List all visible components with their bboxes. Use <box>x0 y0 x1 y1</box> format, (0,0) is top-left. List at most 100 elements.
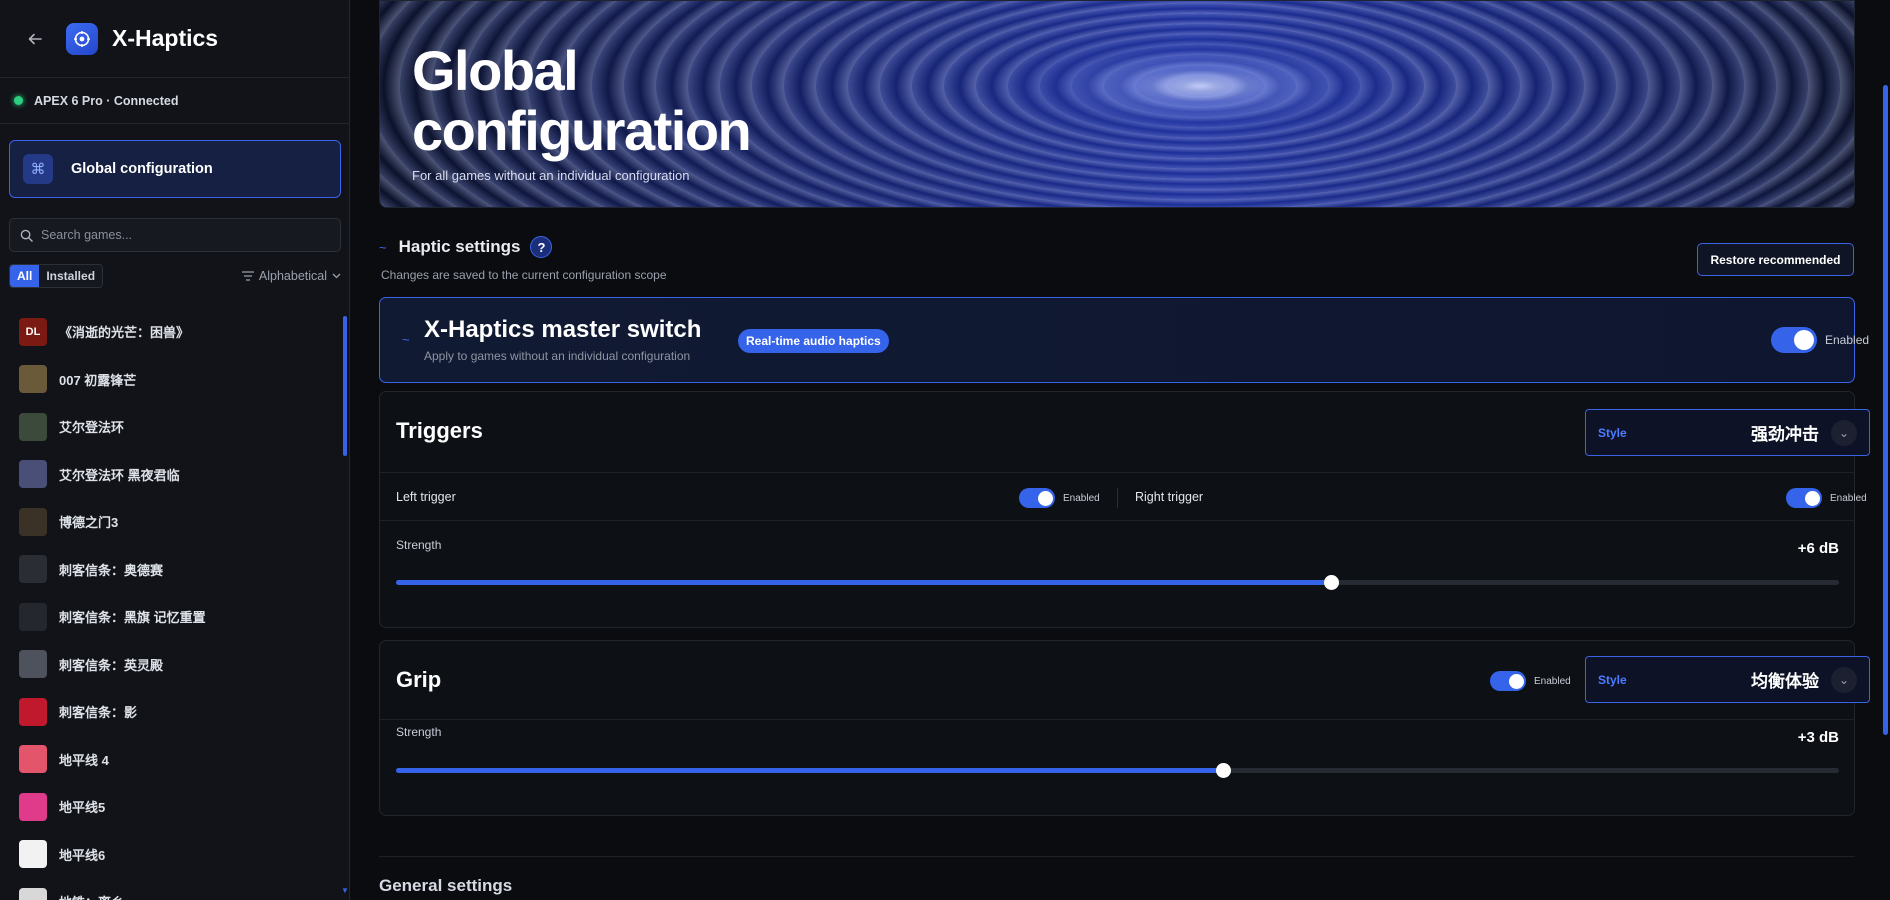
global-configuration-label: Global configuration <box>71 161 213 177</box>
filter-segmented-control: All Installed <box>9 264 104 288</box>
sort-dropdown[interactable]: Alphabetical <box>241 269 341 283</box>
page-title-line1: Global <box>412 39 579 102</box>
game-list-item[interactable]: 007 初露锋芒 <box>0 356 342 404</box>
game-name: 博德之门3 <box>59 515 119 531</box>
game-thumbnail <box>19 792 47 821</box>
grip-strength-value: +3 dB <box>1797 729 1839 746</box>
main-scrollbar[interactable] <box>1883 85 1888 735</box>
game-thumbnail <box>19 602 47 631</box>
game-thumbnail: DL <box>19 317 47 346</box>
game-list-item[interactable]: 艾尔登法环 <box>0 403 342 451</box>
triggers-strength-value: +6 dB <box>1797 540 1839 557</box>
triggers-strength-slider[interactable] <box>396 575 1839 590</box>
hero-banner: Global configuration For all games witho… <box>379 0 1855 208</box>
page-subtitle: For all games without an individual conf… <box>412 168 690 183</box>
sidebar: X-Haptics APEX 6 Pro · Connected ⌘ Globa… <box>0 0 350 900</box>
grip-toggle[interactable] <box>1490 671 1526 691</box>
game-thumbnail <box>19 745 47 774</box>
triggers-title: Triggers <box>396 418 483 443</box>
main-content: Global configuration For all games witho… <box>351 0 1890 900</box>
app-title: X-Haptics <box>112 25 219 51</box>
game-thumbnail <box>19 887 47 900</box>
help-icon[interactable]: ? <box>530 236 553 258</box>
vertical-divider <box>1117 488 1118 508</box>
haptic-settings-title: Haptic settings <box>398 237 521 256</box>
device-status: APEX 6 Pro · Connected <box>0 78 349 124</box>
right-trigger-label: Right trigger <box>1135 490 1204 504</box>
game-thumbnail <box>19 460 47 489</box>
game-thumbnail <box>19 365 47 394</box>
sidebar-scrollbar[interactable] <box>343 316 347 456</box>
right-trigger-toggle-label: Enabled <box>1830 492 1867 504</box>
chevron-down-icon: ⌄ <box>1831 419 1857 446</box>
game-name: 007 初露锋芒 <box>59 372 137 388</box>
back-arrow-icon[interactable] <box>24 28 46 50</box>
game-name: 刺客信条：奥德赛 <box>59 562 164 578</box>
master-toggle-group: Enabled <box>1771 327 1869 353</box>
restore-recommended-button[interactable]: Restore recommended <box>1697 243 1854 276</box>
grip-toggle-label: Enabled <box>1534 675 1571 687</box>
triggers-strength-label: Strength <box>396 538 442 552</box>
game-list-item[interactable]: 刺客信条：影 <box>0 688 342 736</box>
triggers-card: Triggers Style 强劲冲击 ⌄ Left trigger Enabl… <box>379 391 1870 628</box>
game-list-item[interactable]: 刺客信条：英灵殿 <box>0 641 342 689</box>
left-trigger-toggle-label: Enabled <box>1063 492 1100 504</box>
style-key-label: Style <box>1598 425 1627 440</box>
divider <box>379 856 1855 857</box>
game-thumbnail <box>19 650 47 679</box>
master-switch-title: X-Haptics master switch <box>424 316 702 343</box>
game-list-item[interactable]: 地铁：离乡 <box>0 878 342 900</box>
game-list-item[interactable]: 艾尔登法环 黑夜君临 <box>0 451 342 499</box>
left-trigger-toggle[interactable] <box>1019 488 1055 508</box>
game-thumbnail <box>19 507 47 536</box>
scroll-down-arrow-icon[interactable]: ▼ <box>341 886 349 895</box>
game-thumbnail <box>19 555 47 584</box>
global-configuration-button[interactable]: ⌘ Global configuration <box>9 140 341 198</box>
game-list-item[interactable]: DL 《消逝的光芒：困兽》 <box>0 308 342 356</box>
slider-thumb[interactable] <box>1324 575 1340 590</box>
grip-style-value: 均衡体验 <box>1751 672 1819 691</box>
triggers-style-select[interactable]: Style 强劲冲击 ⌄ <box>1585 409 1870 456</box>
haptic-settings-header: ~ Haptic settings ? <box>379 236 553 258</box>
search-icon <box>20 229 33 242</box>
search-games-input[interactable] <box>41 228 331 242</box>
general-settings-title: General settings <box>379 876 513 895</box>
divider <box>380 719 1854 720</box>
slider-fill <box>396 580 1332 585</box>
right-trigger-toggle[interactable] <box>1786 488 1822 508</box>
search-box <box>9 218 341 252</box>
app-logo-icon <box>66 22 98 55</box>
game-name: 地铁：离乡 <box>59 892 124 900</box>
game-list-item[interactable]: 地平线6 <box>0 831 342 879</box>
game-list-item[interactable]: 博德之门3 <box>0 498 342 546</box>
game-name: 地平线5 <box>59 800 106 816</box>
page-title: Global configuration <box>412 39 752 162</box>
game-list-item[interactable]: 刺客信条：黑旗 记忆重置 <box>0 593 342 641</box>
game-list-item[interactable]: 刺客信条：奥德赛 <box>0 546 342 594</box>
haptic-settings-subtitle: Changes are saved to the current configu… <box>381 268 667 282</box>
slider-thumb[interactable] <box>1215 763 1231 778</box>
style-key-label: Style <box>1598 672 1627 687</box>
filter-installed-button[interactable]: Installed <box>39 265 103 287</box>
sidebar-header: X-Haptics <box>0 0 349 78</box>
filter-row: All Installed Alphabetical <box>9 264 341 288</box>
grip-strength-slider[interactable] <box>396 763 1839 778</box>
sort-lines-icon <box>241 271 254 281</box>
game-list-item[interactable]: 地平线5 <box>0 783 342 831</box>
game-name: 地平线 4 <box>59 752 109 768</box>
wave-icon: ~ <box>379 239 387 255</box>
game-name: 刺客信条：黑旗 记忆重置 <box>59 610 206 626</box>
game-name: 刺客信条：英灵殿 <box>59 657 164 673</box>
filter-all-button[interactable]: All <box>10 265 40 287</box>
game-thumbnail <box>19 840 47 869</box>
master-toggle-label: Enabled <box>1825 333 1870 347</box>
page-title-line2: configuration <box>412 99 752 162</box>
triggers-style-value: 强劲冲击 <box>1751 425 1819 444</box>
realtime-audio-badge: Real-time audio haptics <box>738 329 889 353</box>
grip-style-select[interactable]: Style 均衡体验 ⌄ <box>1585 656 1870 703</box>
master-switch-toggle[interactable] <box>1771 327 1817 353</box>
game-name: 刺客信条：影 <box>59 705 138 721</box>
game-list-item[interactable]: 地平线 4 <box>0 736 342 784</box>
grip-strength-label: Strength <box>396 725 442 739</box>
sort-label: Alphabetical <box>258 269 327 283</box>
